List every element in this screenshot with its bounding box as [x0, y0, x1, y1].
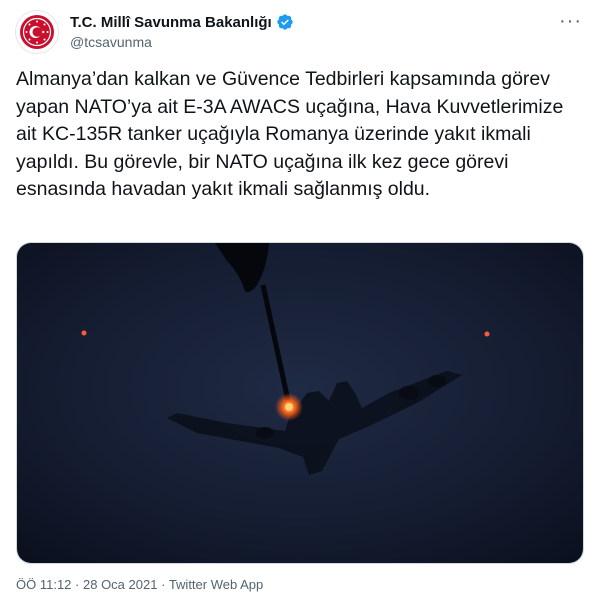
meta-separator: · [161, 577, 166, 592]
tweet-date[interactable]: 28 Oca 2021 [83, 577, 157, 592]
verified-badge-icon [277, 14, 293, 30]
more-options-icon[interactable]: ··· [559, 11, 582, 31]
tweet-card: T.C. Millî Savunma Bakanlığı @tcsavunma … [0, 0, 600, 610]
account-handle[interactable]: @tcsavunma [70, 34, 152, 50]
name-row: T.C. Millî Savunma Bakanlığı [70, 13, 294, 31]
aerial-refueling-night-photo [17, 243, 583, 563]
tweet-text: Almanya’dan kalkan ve Güvence Tedbirleri… [16, 68, 564, 200]
display-name[interactable]: T.C. Millî Savunma Bakanlığı [70, 14, 272, 31]
tweet-time[interactable]: ÖÖ 11:12 [16, 577, 71, 592]
tweet-media-photo[interactable] [16, 242, 584, 564]
msb-emblem-icon [20, 15, 54, 49]
meta-separator: · [75, 577, 80, 592]
tweet-meta: ÖÖ 11:12 · 28 Oca 2021 · Twitter Web App [16, 577, 263, 592]
avatar[interactable] [15, 10, 59, 54]
tweet-source[interactable]: Twitter Web App [169, 577, 263, 592]
